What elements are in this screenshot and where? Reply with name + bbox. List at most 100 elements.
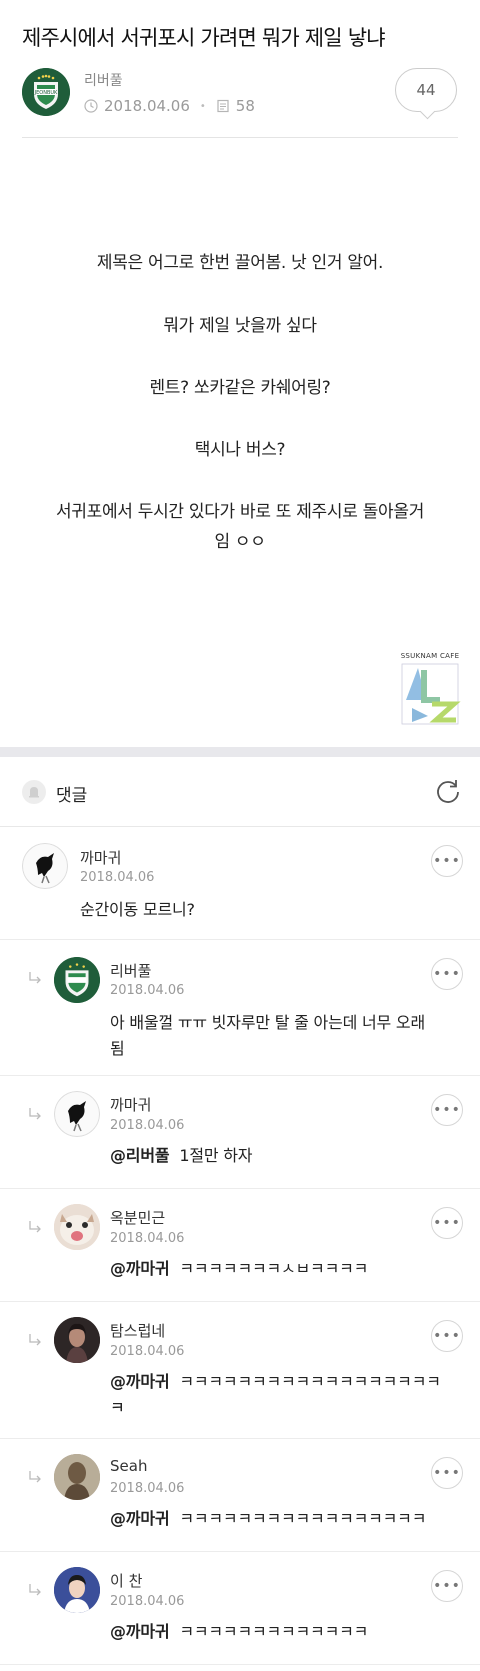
comment-item: 탐스럽네 2018.04.06 @까마귀 ㅋㅋㅋㅋㅋㅋㅋㅋㅋㅋㅋㅋㅋㅋㅋㅋㅋㅋㅋ … (0, 1303, 480, 1439)
section-separator (0, 747, 480, 757)
post-meta: 2018.04.06 • 58 (84, 97, 255, 115)
jeonbuk-emblem-icon: JEONBUK (22, 68, 70, 116)
comment-body: ㅋㅋㅋㅋㅋㅋㅋㅅㅂㅋㅋㅋㅋ (179, 1259, 369, 1278)
header-divider (22, 137, 458, 138)
more-icon: ••• (433, 853, 461, 869)
body-line: 임 ㅇㅇ (214, 532, 266, 552)
more-icon: ••• (433, 1215, 461, 1231)
body-line: 택시나 버스? (194, 440, 286, 460)
avatar[interactable] (54, 1317, 100, 1363)
comment-date: 2018.04.06 (80, 870, 155, 885)
post-title: 제주시에서 서귀포시 가려면 뭐가 제일 낳냐 (22, 26, 386, 50)
body-line: 뭐가 제일 낫을까 싶다 (163, 316, 317, 336)
comment-author[interactable]: 까마귀 (80, 847, 121, 868)
comment-item: 옥분민근 2018.04.06 @까마귀 ㅋㅋㅋㅋㅋㅋㅋㅅㅂㅋㅋㅋㅋ ••• (0, 1190, 480, 1302)
comment-date: 2018.04.06 (110, 983, 185, 998)
more-icon: ••• (433, 1328, 461, 1344)
more-options-button[interactable]: ••• (431, 1320, 463, 1352)
comment-body: ㅋㅋㅋㅋㅋㅋㅋㅋㅋㅋㅋㅋㅋ (179, 1622, 369, 1641)
body-line: 렌트? 쏘카같은 카쉐어링? (149, 378, 331, 398)
comment-text: @까마귀 ㅋㅋㅋㅋㅋㅋㅋㅋㅋㅋㅋㅋㅋㅋㅋㅋㅋㅋㅋ (110, 1369, 450, 1421)
comment-item: 이 찬 2018.04.06 @까마귀 ㅋㅋㅋㅋㅋㅋㅋㅋㅋㅋㅋㅋㅋ ••• (0, 1553, 480, 1665)
comment-author[interactable]: 리버풀 (110, 960, 151, 981)
body-line: 제목은 어그로 한번 끌어봄. 낫 인거 알어. (96, 253, 384, 273)
comment-text: @까마귀 ㅋㅋㅋㅋㅋㅋㅋㅋㅋㅋㅋㅋㅋㅋㅋㅋㅋ (110, 1506, 426, 1532)
more-options-button[interactable]: ••• (431, 845, 463, 877)
comment-text: @리버풀 1절만 하자 (110, 1143, 253, 1169)
comment-item: 까마귀 2018.04.06 순간이동 모르니? ••• (0, 828, 480, 940)
comment-mention[interactable]: @까마귀 (110, 1372, 170, 1391)
cat-avatar-icon (54, 1204, 100, 1250)
more-icon: ••• (433, 966, 461, 982)
person-avatar-icon (54, 1567, 100, 1613)
comment-author[interactable]: 이 찬 (110, 1570, 142, 1591)
comment-mention[interactable]: @까마귀 (110, 1509, 170, 1528)
more-options-button[interactable]: ••• (431, 1207, 463, 1239)
comment-date: 2018.04.06 (110, 1594, 185, 1609)
reply-arrow-icon (29, 1471, 41, 1483)
jeonbuk-emblem-icon (54, 957, 100, 1003)
avatar[interactable] (22, 843, 68, 889)
crow-avatar-icon (54, 1091, 100, 1137)
comment-text: @까마귀 ㅋㅋㅋㅋㅋㅋㅋㅅㅂㅋㅋㅋㅋ (110, 1256, 368, 1282)
post-date: 2018.04.06 (104, 97, 190, 115)
comment-mention[interactable]: @리버풀 (110, 1146, 170, 1165)
reply-arrow-icon (29, 1221, 41, 1233)
meta-separator: • (199, 100, 206, 112)
svg-text:JEONBUK: JEONBUK (34, 90, 58, 96)
more-options-button[interactable]: ••• (431, 1570, 463, 1602)
comment-date: 2018.04.06 (110, 1344, 185, 1359)
comment-date: 2018.04.06 (110, 1231, 185, 1246)
reply-arrow-icon (29, 1334, 41, 1346)
bell-icon[interactable] (22, 780, 46, 804)
comment-mention[interactable]: @까마귀 (110, 1622, 170, 1641)
more-icon: ••• (433, 1465, 461, 1481)
comment-author[interactable]: Seah (110, 1457, 147, 1475)
more-icon: ••• (433, 1578, 461, 1594)
comments-header: 댓글 (0, 757, 480, 827)
clock-icon (84, 99, 98, 113)
more-options-button[interactable]: ••• (431, 958, 463, 990)
avatar[interactable] (54, 957, 100, 1003)
body-line: 서귀포에서 두시간 있다가 바로 또 제주시로 돌아올거 (55, 502, 425, 522)
cafe-watermark: SSUKNAM CAFE (398, 652, 462, 732)
comment-item: 리버풀 2018.04.06 아 배울껄 ㅠㅠ 빗자루만 탈 줄 아는데 너무 … (0, 941, 480, 1076)
comment-text: 순간이동 모르니? (80, 900, 195, 919)
avatar[interactable] (54, 1204, 100, 1250)
comment-body: ㅋㅋㅋㅋㅋㅋㅋㅋㅋㅋㅋㅋㅋㅋㅋㅋㅋ (179, 1509, 427, 1528)
comment-body: 1절만 하자 (179, 1146, 253, 1165)
reply-arrow-icon (29, 1108, 41, 1120)
avatar[interactable] (54, 1454, 100, 1500)
comment-author[interactable]: 까마귀 (110, 1094, 151, 1115)
comment-author[interactable]: 옥분민근 (110, 1207, 165, 1228)
comment-item: Seah 2018.04.06 @까마귀 ㅋㅋㅋㅋㅋㅋㅋㅋㅋㅋㅋㅋㅋㅋㅋㅋㅋ ••… (0, 1440, 480, 1552)
author-name[interactable]: 리버풀 (84, 70, 123, 90)
comment-count-button[interactable]: 44 (395, 68, 457, 112)
comment-text: ㅋ (110, 1398, 125, 1417)
document-icon (217, 99, 229, 113)
avatar[interactable] (54, 1091, 100, 1137)
person-avatar-icon (54, 1317, 100, 1363)
view-count: 58 (235, 97, 255, 115)
comment-author[interactable]: 탐스럽네 (110, 1320, 165, 1341)
reply-arrow-icon (29, 1584, 41, 1596)
more-options-button[interactable]: ••• (431, 1094, 463, 1126)
comment-item: 까마귀 2018.04.06 @리버풀 1절만 하자 ••• (0, 1077, 480, 1189)
comment-date: 2018.04.06 (110, 1118, 185, 1133)
reply-arrow-icon (29, 972, 41, 984)
comments-label: 댓글 (56, 786, 88, 806)
comment-text: 아 배울껄 ㅠㅠ 빗자루만 탈 줄 아는데 너무 오래 (110, 1013, 425, 1032)
more-options-button[interactable]: ••• (431, 1457, 463, 1489)
more-icon: ••• (433, 1102, 461, 1118)
watermark-logo-icon (401, 663, 461, 725)
avatar[interactable] (54, 1567, 100, 1613)
watermark-text: SSUKNAM CAFE (400, 652, 460, 660)
crow-avatar-icon (22, 843, 68, 889)
comment-date: 2018.04.06 (110, 1481, 185, 1496)
sculpture-avatar-icon (54, 1454, 100, 1500)
comment-text: 됨 (110, 1039, 125, 1058)
author-avatar[interactable]: JEONBUK (22, 68, 70, 116)
comment-mention[interactable]: @까마귀 (110, 1259, 170, 1278)
refresh-icon[interactable] (434, 777, 462, 805)
comment-text: @까마귀 ㅋㅋㅋㅋㅋㅋㅋㅋㅋㅋㅋㅋㅋ (110, 1619, 368, 1645)
